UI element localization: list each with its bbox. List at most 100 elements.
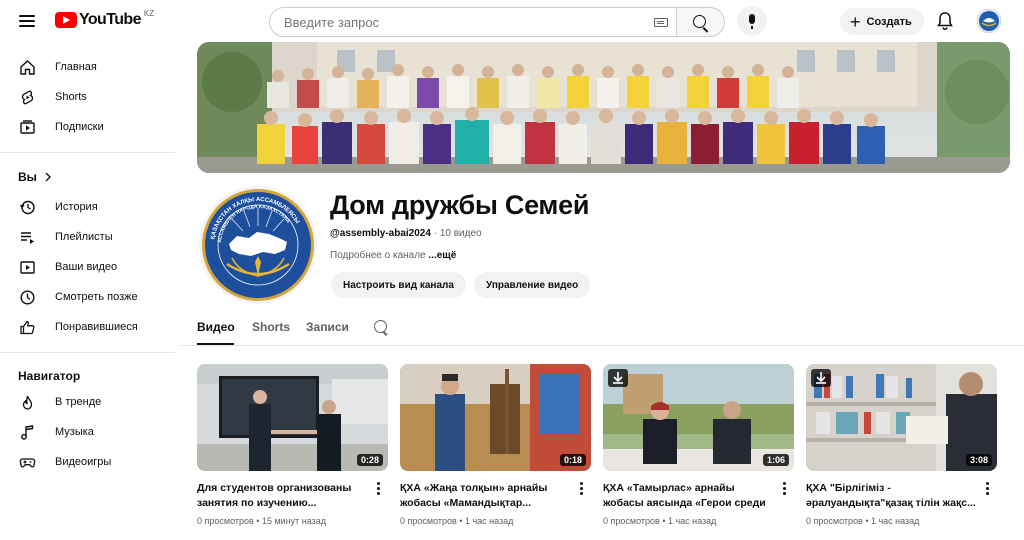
video-card[interactable]: 3:08 ҚХА "Бірлігіміз - әралуандықта"қаза… xyxy=(806,364,997,526)
shorts-icon xyxy=(21,90,34,105)
video-age: 1 час назад xyxy=(870,516,920,526)
liked-icon xyxy=(20,320,35,335)
sidebar-item-label: Видеоигры xyxy=(55,456,112,468)
logo-wordmark: YouTube xyxy=(79,11,141,28)
download-icon xyxy=(816,372,826,384)
sidebar-item-label: Shorts xyxy=(55,91,87,103)
video-title[interactable]: ҚХА «Жаңа толқын» арнайы жобасы «Маманды… xyxy=(400,481,575,511)
more-options-icon[interactable] xyxy=(986,482,990,496)
navigator-heading: Навигатор xyxy=(18,369,81,383)
sidebar-item-subscriptions[interactable]: Подписки xyxy=(0,112,175,142)
video-duration: 0:28 xyxy=(356,454,383,466)
more-options-icon[interactable] xyxy=(783,482,787,496)
sidebar-item-gaming[interactable]: Видеоигры xyxy=(0,447,175,477)
microphone-icon xyxy=(749,14,755,29)
you-heading: Вы xyxy=(18,170,37,184)
video-card[interactable]: 1:06 ҚХА «Тамырлас» арнайы жобасы аясынд… xyxy=(603,364,794,526)
sidebar-item-history[interactable]: История xyxy=(0,192,175,222)
video-views: 0 просмотров xyxy=(603,516,660,526)
more-options-icon[interactable] xyxy=(377,482,381,496)
sidebar-item-your-videos[interactable]: Ваши видео xyxy=(0,252,175,282)
trending-icon xyxy=(22,395,33,410)
sidebar-item-label: Подписки xyxy=(55,121,104,133)
music-icon xyxy=(21,425,34,440)
video-views: 0 просмотров xyxy=(400,516,457,526)
video-card[interactable]: 0:28 Для студентов организованы занятия … xyxy=(197,364,388,526)
plus-icon: + xyxy=(850,11,861,32)
sidebar-item-trending[interactable]: В тренде xyxy=(0,387,175,417)
sidebar-item-playlists[interactable]: Плейлисты xyxy=(0,222,175,252)
youtube-logo[interactable]: YouTube KZ xyxy=(55,9,154,29)
voice-search-button[interactable] xyxy=(737,6,767,36)
sidebar-item-home[interactable]: Главная xyxy=(0,52,175,82)
channel-about[interactable]: Подробнее о канале ...ещё xyxy=(330,250,456,261)
home-icon xyxy=(20,60,35,75)
subscriptions-icon xyxy=(20,120,35,134)
search-bar xyxy=(269,7,725,37)
sidebar-item-label: История xyxy=(55,201,98,213)
download-badge xyxy=(811,369,831,387)
video-duration: 0:18 xyxy=(559,454,586,466)
video-thumbnail[interactable]: 0:28 xyxy=(197,364,388,471)
tab-videos[interactable]: Видео xyxy=(197,320,235,334)
video-card[interactable]: 0:18 ҚХА «Жаңа толқын» арнайы жобасы «Ма… xyxy=(400,364,591,526)
sidebar-item-music[interactable]: Музыка xyxy=(0,417,175,447)
youtube-play-icon xyxy=(55,12,77,28)
search-button[interactable] xyxy=(677,7,725,37)
video-title[interactable]: ҚХА "Бірлігіміз - әралуандықта"қазақ тіл… xyxy=(806,481,981,511)
sidebar-item-label: Музыка xyxy=(55,426,94,438)
sidebar: Главная Shorts Подписки Вы История Плейл… xyxy=(0,42,180,540)
sidebar-item-shorts[interactable]: Shorts xyxy=(0,82,175,112)
channel-banner xyxy=(197,42,1010,173)
sidebar-item-label: Главная xyxy=(55,61,97,73)
notifications-bell-icon[interactable] xyxy=(936,11,954,31)
sidebar-divider xyxy=(0,352,175,353)
watch-later-icon xyxy=(20,290,35,305)
customize-channel-button[interactable]: Настроить вид канала xyxy=(331,272,466,298)
search-icon xyxy=(693,15,706,28)
tabs-divider xyxy=(180,345,1024,346)
video-views: 0 просмотров xyxy=(806,516,863,526)
sidebar-divider xyxy=(0,152,175,153)
video-title[interactable]: Для студентов организованы занятия по из… xyxy=(197,481,372,511)
about-text: Подробнее о канале xyxy=(330,250,429,261)
sidebar-item-label: Смотреть позже xyxy=(55,291,138,303)
chevron-right-icon xyxy=(45,172,51,182)
channel-search-icon[interactable] xyxy=(374,320,387,333)
video-meta: 0 просмотров • 1 час назад xyxy=(400,516,514,526)
channel-avatar[interactable]: ҚАЗАҚСТАН ХАЛҚЫ АССАМБЛЕЯСЫ АССАМБЛЕЯ НА… xyxy=(199,186,317,304)
tab-posts[interactable]: Записи xyxy=(306,320,349,334)
video-thumbnail[interactable]: 1:06 xyxy=(603,364,794,471)
search-box xyxy=(269,7,677,37)
video-duration: 3:08 xyxy=(965,454,992,466)
search-input[interactable] xyxy=(284,14,644,30)
history-icon xyxy=(19,200,35,215)
channel-handle: @assembly-abai2024 xyxy=(330,228,431,239)
more-options-icon[interactable] xyxy=(580,482,584,496)
sidebar-item-liked[interactable]: Понравившиеся xyxy=(0,312,175,342)
playlists-icon xyxy=(21,232,34,244)
assembly-emblem: ҚАЗАҚСТАН ХАЛҚЫ АССАМБЛЕЯСЫ АССАМБЛЕЯ НА… xyxy=(199,186,317,304)
sidebar-item-watch-later[interactable]: Смотреть позже xyxy=(0,282,175,312)
video-thumbnail[interactable]: 3:08 xyxy=(806,364,997,471)
download-icon xyxy=(613,372,623,384)
video-title[interactable]: ҚХА «Тамырлас» арнайы жобасы аясында «Ге… xyxy=(603,481,778,511)
manage-videos-button[interactable]: Управление видео xyxy=(474,272,591,298)
gaming-icon xyxy=(19,458,36,468)
video-age: 15 минут назад xyxy=(261,516,327,526)
video-count: · 10 видео xyxy=(430,228,482,239)
about-more-link[interactable]: ...ещё xyxy=(428,250,456,261)
banner-photo xyxy=(197,42,1010,173)
tab-shorts[interactable]: Shorts xyxy=(252,320,290,334)
channel-meta: @assembly-abai2024 · 10 видео xyxy=(330,228,482,239)
video-thumbnail[interactable]: 0:18 xyxy=(400,364,591,471)
sidebar-item-label: Ваши видео xyxy=(55,261,118,273)
keyboard-icon[interactable] xyxy=(654,18,668,27)
account-avatar[interactable] xyxy=(977,9,1001,33)
download-badge xyxy=(608,369,628,387)
video-meta: 0 просмотров • 1 час назад xyxy=(806,516,920,526)
sidebar-you-heading[interactable]: Вы xyxy=(0,162,175,192)
create-button[interactable]: + Создать xyxy=(840,8,924,35)
video-meta: 0 просмотров • 1 час назад xyxy=(603,516,717,526)
menu-icon[interactable] xyxy=(17,12,37,30)
